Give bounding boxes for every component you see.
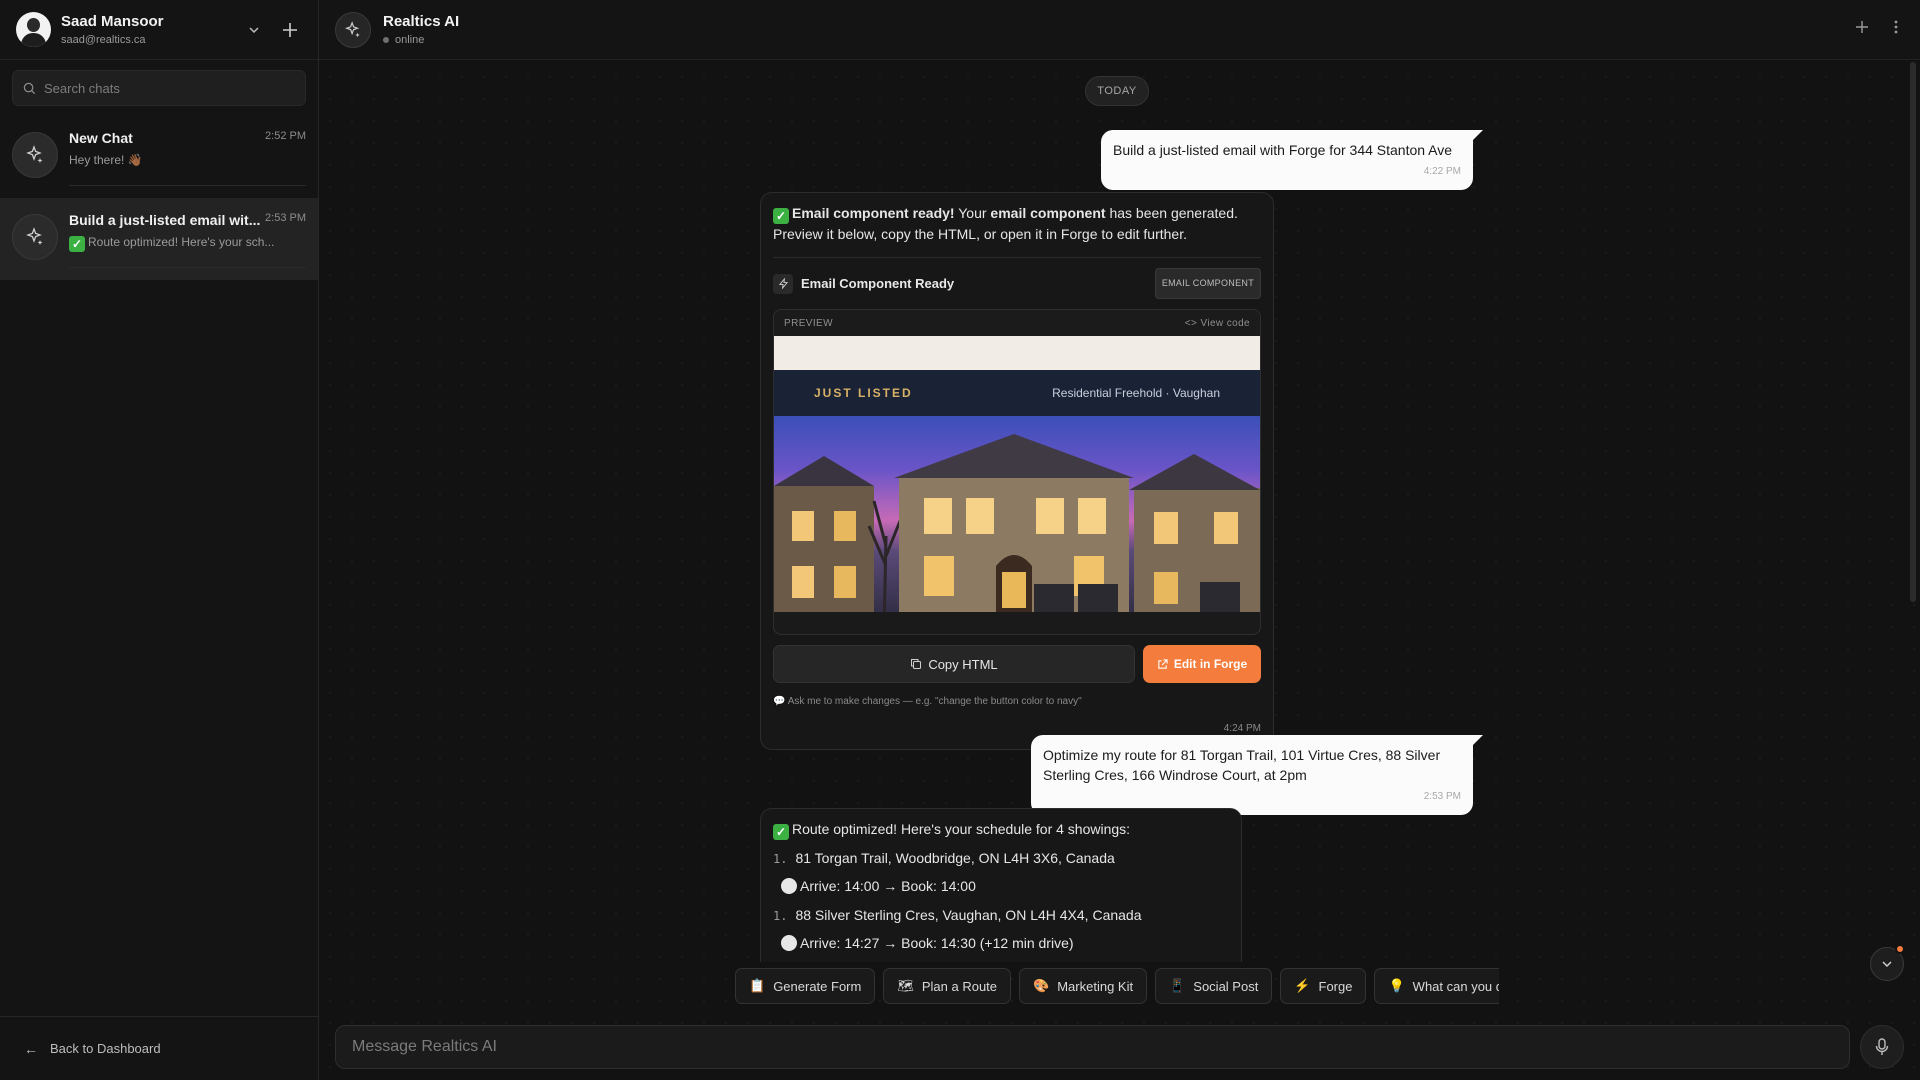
route-intro: Route optimized! Here's your schedule fo… — [792, 821, 1131, 837]
checkmark-icon: ✓ — [773, 824, 789, 840]
avatar[interactable] — [16, 12, 51, 47]
message-input[interactable] — [352, 1038, 1833, 1056]
message-text: Optimize my route for 81 Torgan Trail, 1… — [1043, 747, 1441, 783]
component-header: Email Component Ready EMAIL COMPONENT — [773, 257, 1261, 299]
chip-generate-form[interactable]: 📋 Generate Form — [735, 968, 876, 1004]
scroll-to-bottom-button[interactable] — [1870, 944, 1905, 981]
sparkle-icon — [12, 132, 58, 178]
sidebar-header: Saad Mansoor saad@realtics.ca — [0, 0, 318, 60]
bolt-icon: ⚡ — [1294, 978, 1311, 993]
message-time: 2:53 PM — [1423, 791, 1461, 802]
view-code-link[interactable]: <> View code — [1185, 313, 1250, 334]
chip-marketing-kit[interactable]: 🎨 Marketing Kit — [1019, 968, 1148, 1004]
component-title: Email Component Ready — [801, 276, 955, 291]
chip-plan-route[interactable]: 🗺 Plan a Route — [883, 968, 1012, 1004]
microphone-icon[interactable] — [1860, 1025, 1904, 1069]
message-time: 4:22 PM — [1423, 166, 1461, 177]
message-text: Build a just-listed email with Forge for… — [1113, 142, 1453, 158]
user-email: saad@realtics.ca — [61, 34, 146, 46]
external-link-icon — [1158, 658, 1168, 669]
message-thread[interactable]: TODAY Build a just-listed email with For… — [319, 60, 1920, 962]
clock-icon — [781, 935, 797, 951]
component-badge: EMAIL COMPONENT — [1154, 268, 1261, 299]
sidebar: Saad Mansoor saad@realtics.ca New Chat 2:… — [0, 0, 319, 1080]
clipboard-icon: 📋 — [749, 978, 766, 993]
map-icon: 🗺 — [897, 978, 914, 993]
email-subheadline: Residential Freehold · Vaughan — [1052, 385, 1220, 400]
chip-what-can-you-do[interactable]: 💡What can you do? — [1374, 968, 1499, 1004]
search-box — [12, 70, 306, 106]
user-info: Saad Mansoor saad@realtics.ca — [61, 13, 242, 46]
chip-social-post[interactable]: 📱 Social Post — [1155, 968, 1273, 1004]
lightbulb-icon: 💡 — [1388, 978, 1405, 993]
status-dot — [383, 37, 389, 43]
copy-html-button[interactable]: Copy HTML — [773, 645, 1135, 683]
clock-icon — [781, 878, 797, 894]
chat-preview: Route optimized! Here's your sch... — [88, 235, 275, 249]
bot-name: Realtics AI — [383, 13, 460, 30]
stop-detail: Arrive: 14:00 → Book: 14:00 — [800, 878, 976, 894]
back-label: Back to Dashboard — [50, 1041, 161, 1056]
notification-dot — [1895, 944, 1905, 954]
chip-forge[interactable]: ⚡ Forge — [1280, 968, 1367, 1004]
scrollbar[interactable] — [1910, 62, 1916, 602]
chevron-down-icon[interactable] — [242, 18, 266, 42]
route-stop: 1. 81 Torgan Trail, Woodbridge, ON L4H 3X… — [773, 850, 1115, 894]
bot-status: online — [383, 34, 1854, 46]
message-composer — [335, 1025, 1850, 1069]
hint-text: Ask me to make changes — e.g. "change th… — [787, 696, 1082, 707]
chat-preview: Hey there! 👋🏾 — [69, 153, 143, 167]
arrow-left-icon: ← — [24, 1040, 38, 1057]
chat-header: Realtics AI online — [319, 0, 1920, 60]
bot-message: ✓ Email component ready! Your email compo… — [760, 192, 1274, 750]
user-message: Optimize my route for 81 Torgan Trail, 1… — [1031, 735, 1483, 815]
preview-label: PREVIEW — [784, 317, 833, 329]
code-icon: <> — [1184, 317, 1198, 329]
stop-address: 81 Torgan Trail, Woodbridge, ON L4H 3X6,… — [795, 850, 1115, 866]
house-photo — [774, 416, 1260, 634]
stop-address: 88 Silver Sterling Cres, Vaughan, ON L4H… — [795, 907, 1142, 923]
email-headline: JUST LISTED — [814, 385, 913, 400]
user-name: Saad Mansoor — [61, 13, 164, 30]
chat-list-item[interactable]: New Chat 2:52 PM Hey there! 👋🏾 — [0, 116, 318, 198]
plus-icon[interactable] — [1854, 19, 1870, 40]
bot-avatar-sparkle-icon — [335, 11, 371, 48]
speech-bubble-icon: 💬 — [773, 696, 786, 707]
email-banner: JUST LISTED Residential Freehold · Vaugh… — [774, 370, 1260, 416]
more-vertical-icon[interactable] — [1888, 19, 1904, 40]
checkmark-icon: ✓ — [773, 208, 789, 224]
bolt-icon — [773, 273, 793, 294]
chat-time: 2:53 PM — [265, 212, 306, 224]
user-message: Build a just-listed email with Forge for… — [1101, 130, 1483, 190]
chat-time: 2:52 PM — [265, 130, 306, 142]
chat-title: Build a just-listed email wit... — [69, 212, 261, 228]
chevron-down-icon — [1882, 961, 1892, 968]
sparkle-icon — [12, 214, 58, 260]
route-list: 1. 81 Torgan Trail, Woodbridge, ON L4H 3X… — [773, 848, 1229, 954]
palette-icon: 🎨 — [1033, 978, 1050, 993]
back-to-dashboard-link[interactable]: ← Back to Dashboard — [0, 1016, 318, 1080]
chat-title: New Chat — [69, 130, 133, 146]
search-input[interactable] — [44, 80, 295, 96]
quick-actions: 📋 Generate Form 🗺 Plan a Route 🎨 Marketing … — [735, 968, 1499, 1004]
chat-main: Realtics AI online TODAY Build a just-li… — [319, 0, 1920, 1080]
bot-message: ✓ Route optimized! Here's your schedule f… — [760, 808, 1242, 962]
date-divider: TODAY — [1085, 76, 1149, 106]
phone-icon: 📱 — [1169, 978, 1186, 993]
chat-list-item-active[interactable]: Build a just-listed email wit... 2:53 PM … — [0, 198, 318, 280]
new-chat-plus-icon[interactable] — [278, 18, 302, 42]
search-icon — [23, 82, 36, 94]
copy-icon — [911, 659, 922, 669]
route-stop: 1. 88 Silver Sterling Cres, Vaughan, ON L… — [773, 907, 1142, 951]
stop-detail: Arrive: 14:27 → Book: 14:30 (+12 min dri… — [800, 935, 1074, 951]
email-preview: PREVIEW <> View code JUST LISTED Residen… — [773, 309, 1261, 635]
edit-in-forge-button[interactable]: Edit in Forge — [1143, 645, 1261, 683]
checkmark-icon: ✓ — [69, 236, 85, 252]
